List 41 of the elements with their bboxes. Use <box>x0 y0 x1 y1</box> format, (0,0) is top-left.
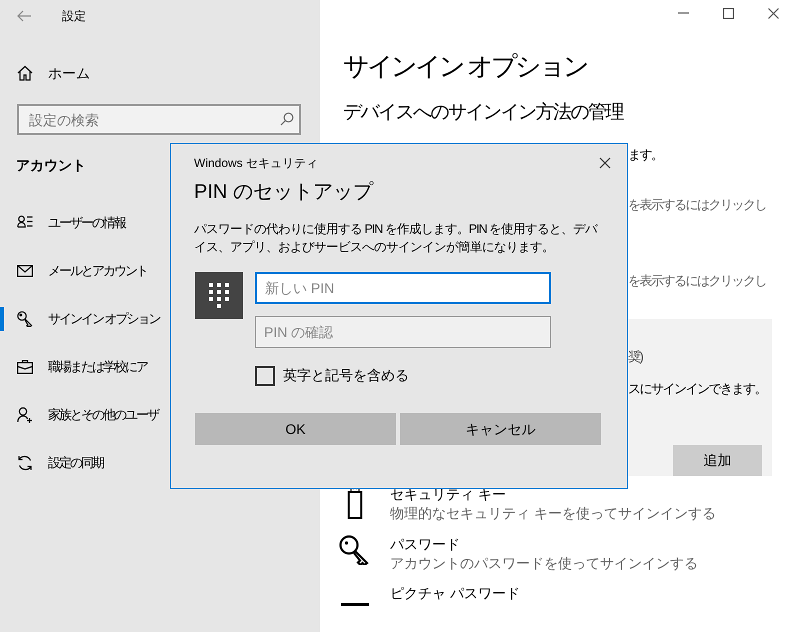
option-description: アカウントのパスワードを使ってサインインする <box>390 554 698 572</box>
close-icon <box>599 157 611 169</box>
key-icon <box>339 534 371 565</box>
pin-field[interactable]: 新しい PIN <box>255 272 551 304</box>
dialog-description: パスワードの代わりに使用する PIN を作成します。PIN を使用すると、デバイス、アプリ、およびサービスへのサインインが簡単になります。 <box>194 221 599 256</box>
person-add-icon <box>17 407 33 423</box>
maximize-icon <box>723 8 734 19</box>
section-subtitle: デバイスへのサインイン方法の管理 <box>343 101 624 126</box>
dialog-app-name: Windows セキュリティ <box>194 155 318 172</box>
option-title[interactable]: パスワード <box>390 534 698 554</box>
checkbox-label: 英字と記号を含める <box>283 366 409 385</box>
key-icon <box>17 311 33 327</box>
option-description: 物理的なセキュリティ キーを使ってサインインする <box>390 504 716 522</box>
partial-text: 奨) <box>628 348 644 366</box>
option-title[interactable]: ピクチャ パスワード <box>390 582 520 603</box>
checkbox[interactable] <box>255 366 275 386</box>
page-title: サインイン オプション <box>343 50 588 84</box>
keypad-icon <box>195 272 243 319</box>
window-title: 設定 <box>62 8 86 25</box>
minimize-icon <box>678 12 689 14</box>
home-icon <box>17 65 33 81</box>
mail-icon <box>17 263 33 279</box>
partial-text: スにサインインできます。 <box>628 380 766 398</box>
search-icon <box>280 112 294 126</box>
search-field[interactable]: 設定の検索 <box>17 104 301 135</box>
home-item[interactable]: ホーム <box>0 58 320 88</box>
ok-button[interactable]: OK <box>195 413 396 445</box>
partial-text: を表示するにはクリックし <box>628 272 767 290</box>
section-heading: アカウント <box>16 156 86 175</box>
cancel-button[interactable]: キャンセル <box>400 413 601 445</box>
sync-icon <box>17 455 33 471</box>
partial-text: ます。 <box>628 146 664 164</box>
dialog-title: PIN のセットアップ <box>194 180 374 205</box>
selection-indicator <box>0 307 4 331</box>
picture-icon <box>341 602 369 606</box>
add-button[interactable]: 追加 <box>673 445 762 476</box>
pin-field[interactable]: PIN の確認 <box>255 316 551 348</box>
back-arrow-icon <box>16 10 32 22</box>
briefcase-icon <box>17 359 33 375</box>
close-icon <box>768 8 779 19</box>
partial-text: を表示するにはクリックし <box>628 196 767 214</box>
